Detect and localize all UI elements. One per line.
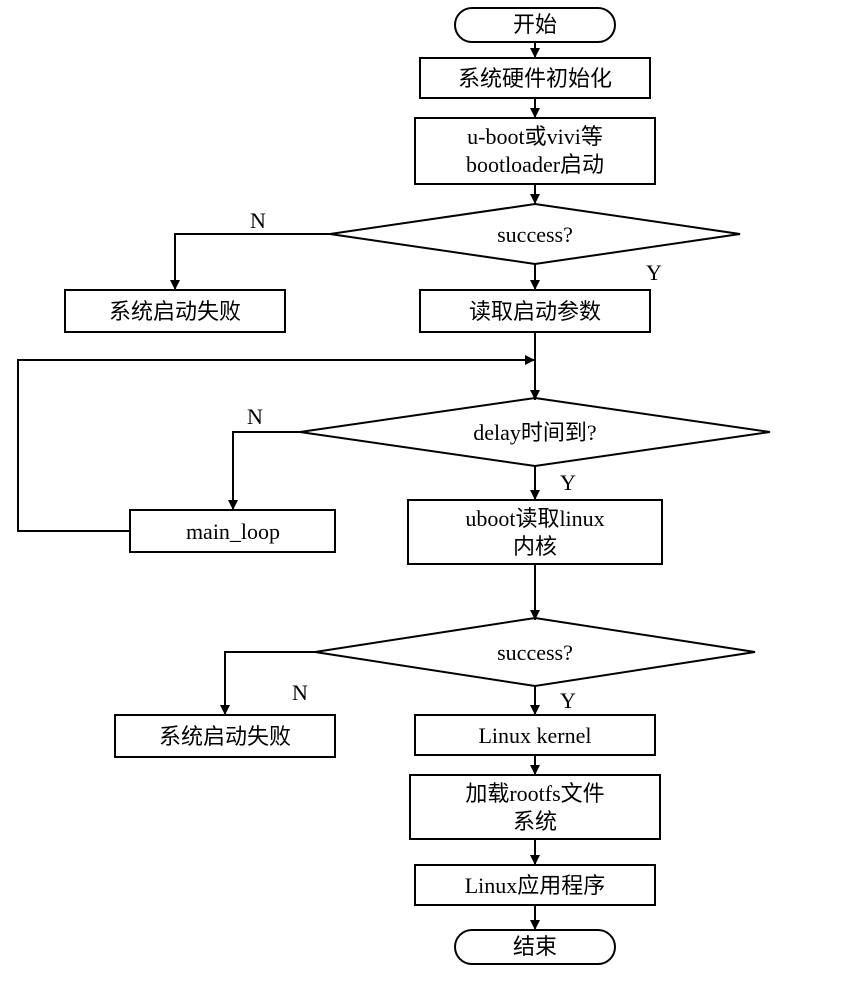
decision-success2: success? [315,618,755,686]
box-fail2: 系统启动失败 [115,715,335,757]
decision-success1: success? [330,204,740,264]
box-kernel: Linux kernel [415,715,655,755]
box-fail1-label: 系统启动失败 [109,299,241,324]
box-uboot-l1: uboot读取linux [465,506,604,531]
box-bootloader: u-boot或vivi等 bootloader启动 [415,118,655,184]
arrow-n2 [233,432,300,510]
arrow-loop [18,360,535,531]
box-hwinit-label: 系统硬件初始化 [458,66,612,91]
terminal-end: 结束 [455,930,615,964]
label-y3: Y [560,688,576,713]
terminal-end-label: 结束 [513,934,557,959]
box-rootfs-l2: 系统 [513,809,557,834]
arrow-n1 [175,234,330,290]
label-y2: Y [560,470,576,495]
box-readparam-label: 读取启动参数 [469,299,601,324]
label-n2: N [247,404,263,429]
box-rootfs: 加载rootfs文件 系统 [410,775,660,839]
box-bootloader-l1: u-boot或vivi等 [467,124,603,149]
box-hwinit: 系统硬件初始化 [420,58,650,98]
label-n1: N [250,208,266,233]
box-fail1: 系统启动失败 [65,290,285,332]
decision-delay: delay时间到? [300,398,770,466]
box-mainloop: main_loop [130,510,335,552]
label-n3: N [292,680,308,705]
decision-success2-label: success? [497,640,573,665]
box-bootloader-l2: bootloader启动 [466,152,604,177]
box-mainloop-label: main_loop [186,519,280,544]
terminal-start: 开始 [455,8,615,42]
box-app-label: Linux应用程序 [465,873,606,898]
box-kernel-label: Linux kernel [478,723,591,748]
box-uboot-l2: 内核 [513,534,557,559]
box-app: Linux应用程序 [415,865,655,905]
box-readparam: 读取启动参数 [420,290,650,332]
box-uboot-readkernel: uboot读取linux 内核 [408,500,662,564]
label-y1: Y [646,260,662,285]
terminal-start-label: 开始 [513,12,557,37]
decision-delay-label: delay时间到? [473,420,596,445]
box-rootfs-l1: 加载rootfs文件 [465,781,604,806]
decision-success1-label: success? [497,222,573,247]
box-fail2-label: 系统启动失败 [159,724,291,749]
